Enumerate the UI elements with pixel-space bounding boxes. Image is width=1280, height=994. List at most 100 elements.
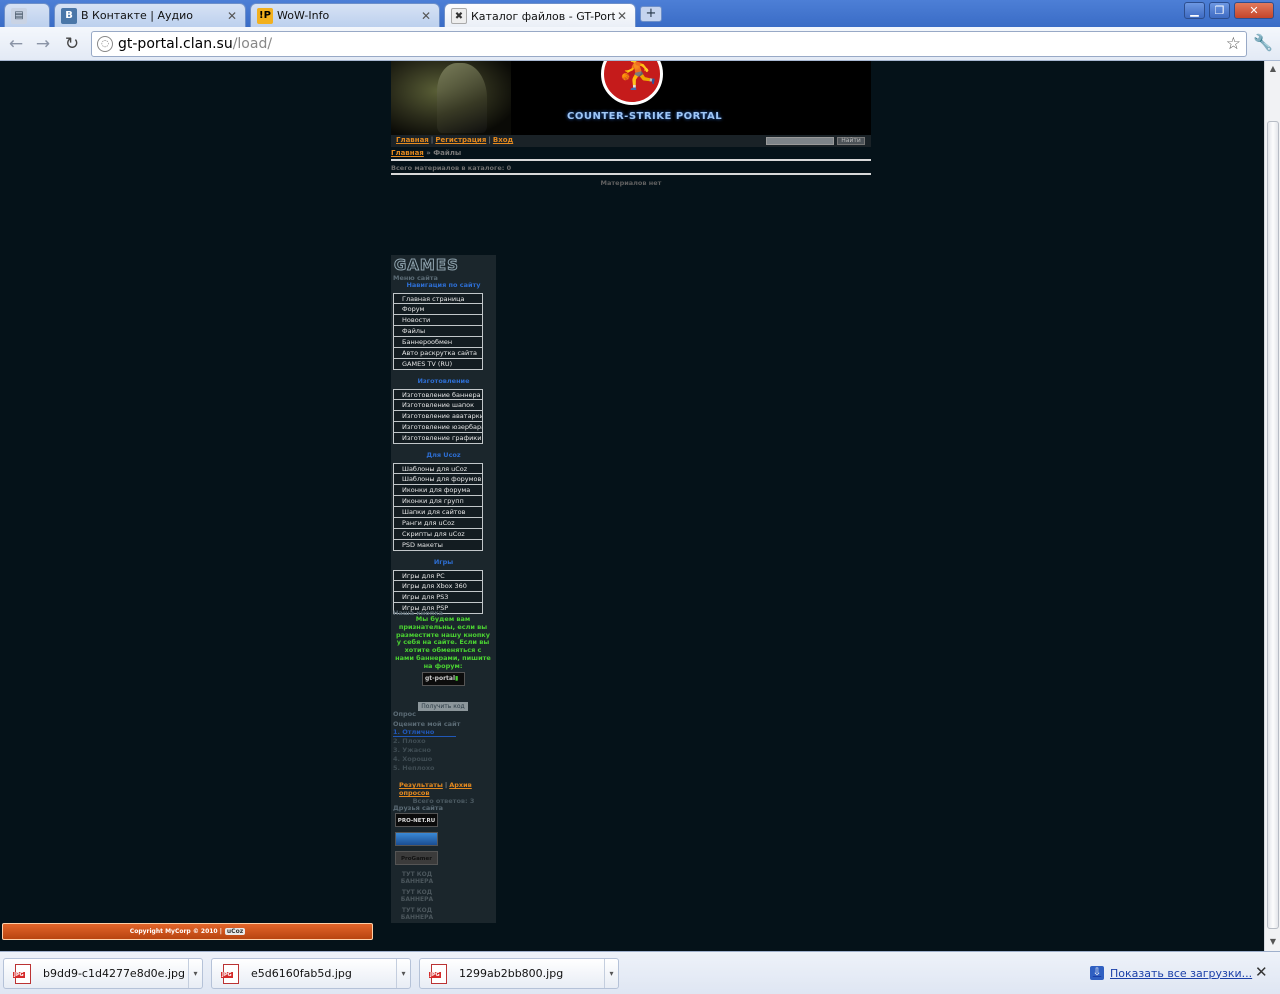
poll-option[interactable]: 3. Ужасно: [393, 746, 431, 754]
download-shelf: JPG b9dd9-c1d4277e8d0e.jpg ▾ JPG e5d6160…: [0, 951, 1280, 994]
nav-item[interactable]: Изготовление баннера: [393, 389, 483, 400]
copyright-bar: Copyright MyCorp © 2010 | uCoz: [2, 923, 373, 940]
download-filename: 1299ab2bb800.jpg: [459, 967, 564, 980]
jpg-file-icon: JPG: [429, 963, 447, 984]
close-icon[interactable]: ✕: [1255, 963, 1268, 981]
nav-item[interactable]: Игры для Xbox 360: [393, 581, 483, 592]
poll-option[interactable]: 2. Плохо: [393, 737, 426, 745]
close-icon[interactable]: ✕: [419, 9, 433, 23]
nav-item[interactable]: Форум: [393, 304, 483, 315]
nav-item[interactable]: Шаблоны для uCoz: [393, 463, 483, 474]
jpg-file-icon: JPG: [13, 963, 31, 984]
tab-title: WoW-Info: [277, 9, 330, 22]
nav-item[interactable]: Игры для PS3: [393, 592, 483, 603]
reload-icon[interactable]: ↻: [61, 33, 83, 55]
nav-item[interactable]: GAMES TV (RU): [393, 359, 483, 370]
site-header: ⛹ COUNTER-STRIKE PORTAL: [391, 61, 871, 135]
poll-option[interactable]: 5. Неплохо: [393, 764, 434, 772]
cs-icon: ✖: [451, 8, 467, 24]
friend-banner[interactable]: ProGamer: [395, 851, 438, 865]
breadcrumb-current: Файлы: [433, 149, 462, 157]
header-soldier-figure: [437, 63, 487, 133]
banner-code-placeholder: ТУТ КОД БАННЕРА: [400, 889, 434, 903]
divider: [391, 173, 871, 175]
vk-icon: B: [61, 7, 77, 24]
page-icon: ▤: [11, 7, 27, 24]
section-title-games: Игры: [433, 558, 454, 566]
tab-gt-portal[interactable]: ✖ Каталог файлов - GT-Portal ✕: [444, 3, 636, 28]
scroll-up-arrow-icon[interactable]: ▲: [1267, 64, 1279, 73]
download-item[interactable]: JPG b9dd9-c1d4277e8d0e.jpg ▾: [3, 958, 203, 989]
chevron-down-icon[interactable]: ▾: [188, 959, 202, 988]
section-title-ucoz: Для Ucoz: [426, 451, 461, 459]
menu-link-home[interactable]: Главная: [396, 136, 429, 144]
tab-vkontakte[interactable]: B В Контакте | Аудио ✕: [54, 3, 246, 27]
nav-item[interactable]: Изготовление юзербара: [393, 422, 483, 433]
chevron-down-icon[interactable]: ▾: [604, 959, 618, 988]
wrench-icon[interactable]: 🔧: [1253, 33, 1273, 52]
forward-arrow-icon[interactable]: →: [32, 33, 54, 55]
tab-pinned[interactable]: ▤: [4, 3, 50, 27]
poll-option[interactable]: 1. Отлично: [393, 728, 456, 737]
close-icon[interactable]: ✕: [225, 9, 239, 23]
download-item[interactable]: JPG 1299ab2bb800.jpg ▾: [419, 958, 619, 989]
minimize-button[interactable]: ▁: [1184, 2, 1205, 19]
chevron-down-icon[interactable]: ▾: [396, 959, 410, 988]
breadcrumb-home[interactable]: Главная: [391, 149, 424, 157]
back-arrow-icon[interactable]: ←: [5, 33, 27, 55]
site-button-banner[interactable]: gt-portal▮: [422, 672, 465, 686]
get-code-button[interactable]: Получить код: [418, 702, 468, 711]
nav-item[interactable]: Ранги для uCoz: [393, 518, 483, 529]
url-path: /load/: [232, 36, 273, 52]
nav-item[interactable]: Изготовление графики: [393, 433, 483, 444]
search-input[interactable]: [766, 137, 834, 145]
site-button-banner-text: gt-portal: [425, 675, 456, 682]
url-host: gt-portal.clan.su: [118, 36, 233, 52]
scrollbar-thumb[interactable]: [1267, 121, 1279, 929]
browser-titlebar: ▤ B В Контакте | Аудио ✕ !P WoW-Info ✕ ✖…: [0, 0, 1280, 28]
poll-results-link[interactable]: Результаты: [399, 781, 443, 789]
top-menu: Главная | Регистрация | Вход: [396, 136, 514, 144]
nav-item[interactable]: Новости: [393, 315, 483, 326]
nav-item[interactable]: Шапки для сайтов: [393, 507, 483, 518]
nav-item[interactable]: Иконки для групп: [393, 496, 483, 507]
nav-item[interactable]: Шаблоны для форумов: [393, 474, 483, 485]
menu-link-register[interactable]: Регистрация: [435, 136, 486, 144]
friend-banner[interactable]: PRO-NET.RU: [395, 813, 438, 827]
nav-item[interactable]: Скрипты для uCoz: [393, 529, 483, 540]
nav-list-making: Изготовление баннера Изготовление шапок …: [393, 389, 483, 444]
nav-item[interactable]: Иконки для форума: [393, 485, 483, 496]
download-item[interactable]: JPG e5d6160fab5d.jpg ▾: [211, 958, 411, 989]
maximize-button[interactable]: ❐: [1209, 2, 1230, 19]
address-bar[interactable]: ◌ gt-portal.clan.su/load/ ☆: [91, 31, 1247, 57]
scroll-down-arrow-icon[interactable]: ▼: [1267, 937, 1279, 946]
nav-item[interactable]: Игры для PC: [393, 570, 483, 581]
nav-item[interactable]: Изготовление аватарки: [393, 411, 483, 422]
nav-item[interactable]: PSD макеты: [393, 540, 483, 551]
nav-item[interactable]: Баннерообмен: [393, 337, 483, 348]
ucoz-badge[interactable]: uCoz: [224, 928, 246, 935]
nav-item[interactable]: Главная страница: [393, 293, 483, 304]
close-icon[interactable]: ✕: [615, 9, 629, 23]
nav-list-navigation: Главная страница Форум Новости Файлы Бан…: [393, 293, 483, 370]
search-button[interactable]: Найти: [837, 137, 865, 145]
tab-wow-info[interactable]: !P WoW-Info ✕: [250, 3, 440, 27]
nav-item[interactable]: Авто раскрутка сайта: [393, 348, 483, 359]
new-tab-button[interactable]: +: [640, 6, 662, 22]
jpg-file-icon: JPG: [221, 963, 239, 984]
menu-link-login[interactable]: Вход: [493, 136, 513, 144]
show-all-downloads-link[interactable]: ⇩ Показать все загрузки...: [1090, 966, 1252, 980]
nav-list-ucoz: Шаблоны для uCoz Шаблоны для форумов Ико…: [393, 463, 483, 551]
wow-info-icon: !P: [257, 7, 273, 24]
vertical-scrollbar[interactable]: ▲ ▼: [1264, 61, 1280, 951]
sidebar: GAMES Меню сайта Навигация по сайту Глав…: [391, 255, 496, 923]
nav-item[interactable]: Изготовление шапок: [393, 400, 483, 411]
bookmark-star-icon[interactable]: ☆: [1226, 34, 1241, 54]
download-icon: ⇩: [1090, 966, 1104, 980]
banner-code-placeholder: ТУТ КОД БАННЕРА: [400, 907, 434, 921]
nav-item[interactable]: Файлы: [393, 326, 483, 337]
close-window-button[interactable]: ✕: [1234, 2, 1274, 19]
poll-option[interactable]: 4. Хорошо: [393, 755, 432, 763]
friend-banner[interactable]: [395, 832, 438, 846]
globe-icon: ◌: [97, 36, 113, 52]
